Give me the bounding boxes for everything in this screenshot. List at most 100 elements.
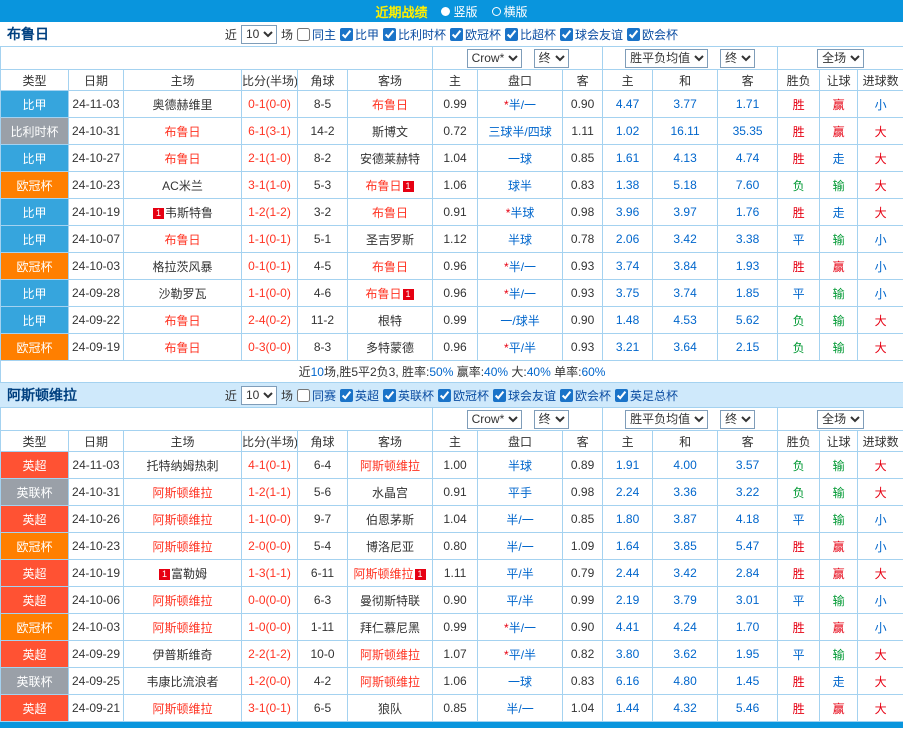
topbar: 近期战绩 竖版 横版 — [0, 0, 903, 22]
team-text: 阿斯顿维拉 — [152, 701, 213, 716]
league-checkbox-input[interactable] — [450, 27, 463, 41]
avg-select[interactable]: 胜平负均值 — [625, 48, 709, 68]
corners-cell: 4-2 — [297, 667, 348, 695]
blank-cell — [0, 46, 434, 70]
avg-home-cell: 1.44 — [602, 694, 654, 722]
same-filter-checkbox[interactable]: 同主 — [296, 26, 336, 43]
home-odds-cell: 1.12 — [432, 225, 479, 253]
league-checkbox-input[interactable] — [382, 27, 396, 41]
layout-horizontal-radio[interactable]: 横版 — [491, 3, 528, 20]
league-filter-checkbox[interactable]: 欧冠杯 — [438, 387, 489, 404]
summary-segment: 60% — [581, 365, 606, 379]
avg-home-cell: 1.48 — [602, 306, 654, 334]
avg-away-cell: 1.85 — [717, 279, 779, 307]
handicap-result-cell: 输 — [819, 279, 859, 307]
home-team-cell: 韦康比流浪者 — [123, 667, 242, 695]
avg-away-cell: 3.57 — [717, 451, 779, 479]
scope-controls: 全场 — [779, 48, 903, 68]
league-checkbox-input[interactable] — [339, 27, 353, 41]
away-odds-cell: 0.98 — [562, 198, 604, 226]
league-filter-checkbox[interactable]: 欧会杯 — [627, 26, 678, 43]
home-team-cell: 布鲁日 — [123, 333, 242, 361]
corners-cell: 5-4 — [297, 532, 348, 560]
score-cell: 1-1(0-1) — [241, 225, 298, 253]
league-filter-checkbox[interactable]: 比利时杯 — [382, 26, 446, 43]
goals-cell: 小 — [857, 505, 903, 533]
league-cell: 英超 — [0, 451, 69, 479]
league-filter-checkbox[interactable]: 比甲 — [339, 26, 379, 43]
avg-away-cell: 1.71 — [717, 90, 779, 118]
avg-select[interactable]: 胜平负均值 — [625, 409, 709, 429]
league-checkbox-input[interactable] — [493, 388, 507, 402]
home-odds-cell: 0.96 — [432, 279, 479, 307]
avg-draw-cell: 3.85 — [652, 532, 719, 560]
recent-count-select[interactable]: 10 — [240, 24, 277, 44]
league-filter-checkbox[interactable]: 欧冠杯 — [450, 26, 501, 43]
fullmatch-select[interactable]: 全场 — [817, 409, 865, 429]
same-filter-checkbox[interactable]: 同赛 — [296, 387, 336, 404]
date-cell: 24-10-07 — [68, 225, 124, 253]
final-select-2[interactable]: 终 — [720, 48, 756, 68]
final-select-1[interactable]: 终 — [533, 48, 569, 68]
bookmaker-select[interactable]: Crow* — [466, 48, 522, 68]
home-team-cell: 托特纳姆热刺 — [123, 451, 242, 479]
final-select-1[interactable]: 终 — [533, 409, 569, 429]
result-cell: 胜 — [777, 90, 821, 118]
controls-row: Crow* 终胜平负均值终全场 — [0, 407, 903, 431]
league-filter-checkbox[interactable]: 英联杯 — [382, 387, 434, 404]
result-cell: 负 — [777, 333, 821, 361]
team-section: 布鲁日近 10 场同主 比甲 比利时杯 欧冠杯 比超杯 球会友谊 欧会杯 Crow* 终胜平负均值终… — [0, 22, 903, 383]
goals-cell: 小 — [857, 225, 903, 253]
away-odds-cell: 0.99 — [562, 586, 604, 614]
handicap-result-cell: 输 — [819, 640, 859, 668]
handicap-result-cell: 赢 — [819, 117, 859, 145]
team-text: 格拉茨风暴 — [152, 259, 213, 274]
league-checkbox-input[interactable] — [382, 388, 396, 402]
page-title: 近期战绩 — [375, 4, 428, 20]
final-select-2[interactable]: 终 — [720, 409, 756, 429]
team-text: 多特蒙德 — [366, 340, 415, 355]
league-checkbox-input[interactable] — [438, 388, 451, 402]
date-cell: 24-10-31 — [68, 478, 124, 506]
away-odds-cell: 0.89 — [562, 451, 604, 479]
league-checkbox-input[interactable] — [339, 388, 353, 402]
league-filter-checkbox[interactable]: 欧会杯 — [560, 387, 611, 404]
same-checkbox-input[interactable] — [296, 27, 310, 41]
avg-home-cell: 3.74 — [602, 252, 654, 280]
bookmaker-select[interactable]: Crow* — [466, 409, 522, 429]
league-checkbox-input[interactable] — [615, 388, 629, 402]
avg-home-cell: 3.75 — [602, 279, 654, 307]
avg-home-cell: 3.96 — [602, 198, 654, 226]
league-checkbox-input[interactable] — [560, 388, 574, 402]
column-header: 主场 — [123, 430, 242, 452]
home-odds-cell: 0.91 — [432, 478, 479, 506]
corners-cell: 8-3 — [297, 333, 348, 361]
team-text: 阿斯顿维拉 — [152, 620, 213, 635]
layout-vertical-radio[interactable]: 竖版 — [441, 3, 478, 20]
avg-away-cell: 3.38 — [717, 225, 779, 253]
handicap-result-cell: 赢 — [819, 613, 859, 641]
home-team-cell: 奥德赫维里 — [123, 90, 242, 118]
league-filter-checkbox[interactable]: 球会友谊 — [493, 387, 556, 404]
team-text: 根特 — [378, 313, 403, 328]
home-team-cell: 沙勒罗瓦 — [123, 279, 242, 307]
league-filter-checkbox[interactable]: 球会友谊 — [560, 26, 623, 43]
league-checkbox-input[interactable] — [627, 27, 641, 41]
league-filter-checkbox[interactable]: 英足总杯 — [615, 387, 678, 404]
goals-cell: 小 — [857, 613, 903, 641]
same-checkbox-input[interactable] — [296, 388, 310, 402]
scope-controls: 全场 — [779, 409, 903, 429]
team-text: 拜仁慕尼黑 — [360, 620, 421, 635]
away-team-cell: 布鲁日 1 — [346, 279, 434, 307]
league-cell: 比甲 — [0, 279, 69, 307]
league-filter-checkbox[interactable]: 比超杯 — [505, 26, 556, 43]
league-checkbox-input[interactable] — [505, 27, 519, 41]
fullmatch-select[interactable]: 全场 — [817, 48, 865, 68]
away-odds-cell: 1.09 — [562, 532, 604, 560]
odds-controls: Crow* 终 — [434, 48, 602, 68]
league-filter-checkbox[interactable]: 英超 — [339, 387, 379, 404]
league-checkbox-input[interactable] — [560, 27, 574, 41]
column-header: 日期 — [68, 430, 124, 452]
away-odds-cell: 0.85 — [562, 505, 604, 533]
recent-count-select[interactable]: 10 — [240, 385, 277, 405]
